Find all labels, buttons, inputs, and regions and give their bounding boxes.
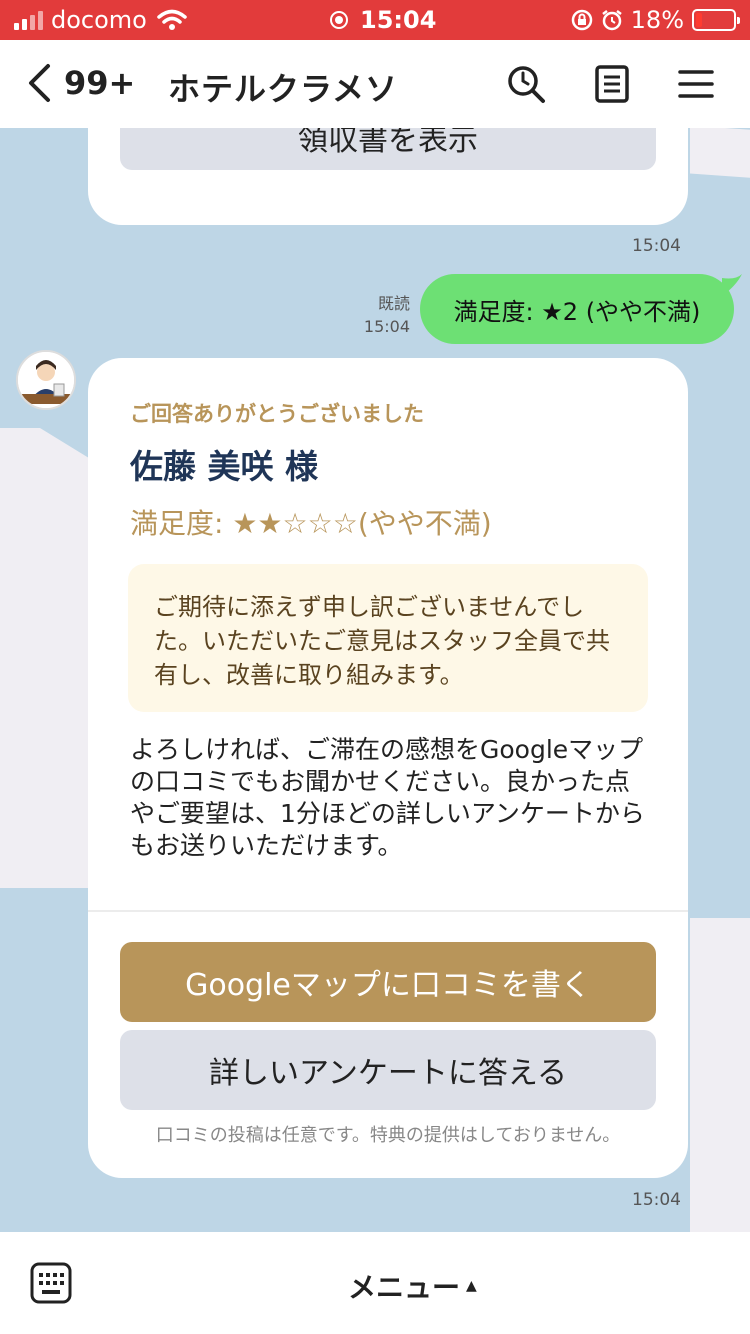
read-label: 既読 (377, 294, 410, 313)
bubble-tail (722, 274, 742, 296)
disclaimer-note: 口コミの投稿は任意です。特典の提供はしておりません。 (155, 1125, 621, 1146)
notes-icon[interactable] (592, 64, 632, 104)
unread-count: 99+ (64, 64, 136, 102)
wifi-icon (157, 9, 187, 30)
carrier-name: docomo (51, 6, 147, 34)
review-request-text: よろしければ、ご滞在の感想をGoogleマップの口コミでもお聞かせください。良か… (130, 735, 645, 860)
keyboard-icon[interactable] (30, 1262, 72, 1304)
menu-icon[interactable] (676, 64, 716, 104)
battery-percent: 18% (630, 6, 684, 34)
satisfaction-rating: 満足度: ★★☆☆☆(やや不満) (130, 507, 492, 540)
outgoing-message[interactable]: 満足度: ★2 (やや不満) (420, 274, 734, 344)
write-google-review-button[interactable]: Googleマップに口コミを書く (120, 942, 656, 1022)
hotel-staff-avatar-icon (18, 352, 74, 408)
battery-icon (692, 9, 740, 31)
read-time: 15:04 (363, 317, 410, 336)
message-time: 15:04 (632, 1190, 681, 1210)
background-decoration (690, 918, 750, 1232)
avatar[interactable] (16, 350, 76, 410)
status-bar: docomo 15:04 18% (0, 0, 750, 40)
detailed-survey-button[interactable]: 詳しいアンケートに答える (120, 1030, 656, 1110)
status-time-group: 15:04 (330, 6, 436, 34)
signal-icon (14, 10, 43, 30)
status-time: 15:04 (360, 6, 437, 34)
menu-arrow-icon: ▲ (466, 1278, 477, 1294)
chat-title: ホテルクラメソ (168, 70, 399, 108)
view-receipt-button[interactable]: 領収書を表示 (120, 128, 656, 170)
chat-area[interactable]: 領収書を表示 15:04 既読 15:04 満足度: ★2 (やや不満) ご回答… (0, 128, 750, 1232)
thanks-caption: ご回答ありがとうございました (130, 402, 424, 426)
apology-text: ご期待に添えず申し訳ございませんでした。いただいたご意見はスタッフ全員で共有し、… (154, 593, 610, 689)
rotation-lock-icon (571, 9, 592, 31)
bottom-menu-bar: メニュー ▲ (0, 1232, 750, 1334)
chat-header: 99+ ホテルクラメソ (0, 40, 750, 128)
back-button[interactable]: 99+ (26, 62, 135, 104)
guest-name: 佐藤 美咲 様 (130, 447, 318, 486)
back-chevron-icon (29, 64, 50, 102)
message-time: 15:04 (632, 236, 681, 256)
receipt-card: 領収書を表示 (88, 128, 688, 225)
apology-box: ご期待に添えず申し訳ございませんでした。いただいたご意見はスタッフ全員で共有し、… (128, 564, 648, 712)
carrier-group: docomo (14, 6, 187, 34)
menu-label: メニュー (348, 1271, 461, 1304)
status-right-group: 18% (571, 6, 740, 34)
read-receipt: 既読 15:04 (354, 292, 410, 338)
divider (88, 910, 688, 912)
background-decoration (690, 128, 750, 179)
rich-menu-toggle[interactable]: メニュー ▲ (348, 1266, 477, 1306)
recording-icon (330, 11, 348, 29)
alarm-icon (601, 10, 622, 31)
survey-reply-card: ご回答ありがとうございました 佐藤 美咲 様 満足度: ★★☆☆☆(やや不満) … (88, 358, 688, 1178)
search-icon[interactable] (506, 64, 546, 104)
